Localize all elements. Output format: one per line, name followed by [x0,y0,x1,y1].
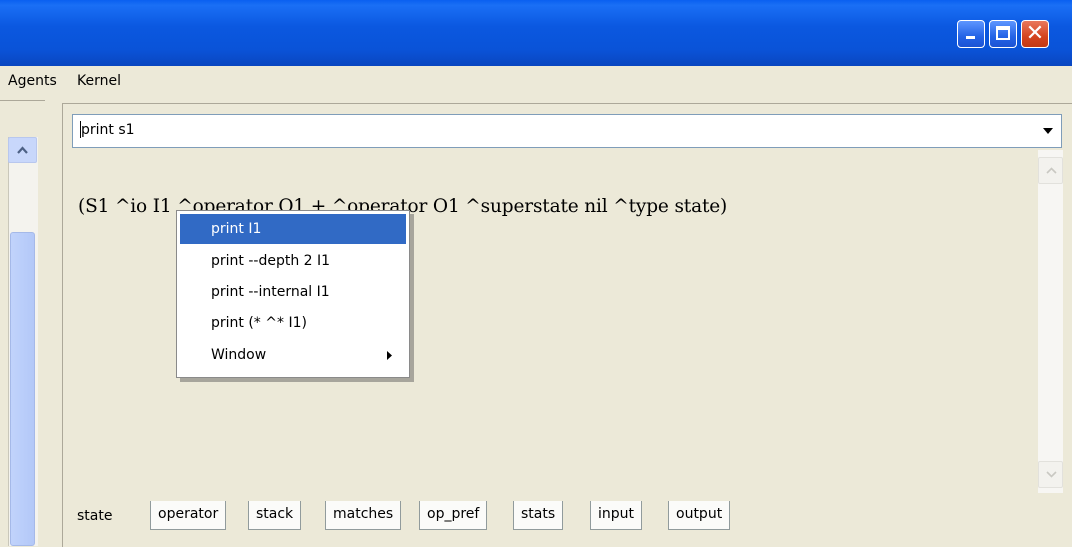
menu-item-print-i1[interactable]: print I1 [180,214,406,244]
left-scroll-thumb[interactable] [10,232,35,546]
maximize-button[interactable] [989,20,1017,48]
tab-state[interactable]: state [72,499,117,532]
command-input[interactable]: print s1 [81,122,135,138]
tab-input[interactable]: input [590,501,643,530]
tab-stack[interactable]: stack [248,501,302,530]
menu-kernel[interactable]: Kernel [77,73,121,89]
chevron-up-icon [17,146,28,154]
chevron-down-icon [1046,471,1057,478]
context-menu: print I1 print --depth 2 I1 print --inte… [176,210,410,378]
dropdown-arrow-icon [1043,128,1053,134]
tab-output[interactable]: output [668,501,731,530]
menu-agents[interactable]: Agents [8,73,57,89]
left-scroll-up-button[interactable] [8,137,37,163]
menu-item-print-pattern[interactable]: print (* ^* I1) [180,308,406,338]
minimize-icon [966,36,975,39]
maximize-icon [996,26,1010,40]
tab-matches[interactable]: matches [325,501,402,530]
tab-stats[interactable]: stats [513,501,564,530]
close-icon: ✕ [1025,21,1045,46]
submenu-arrow-icon [387,351,392,360]
scroll-down-button[interactable] [1038,461,1063,488]
output-scrollbar[interactable] [1038,150,1063,493]
close-button[interactable]: ✕ [1021,20,1049,48]
menu-bar: Agents Kernel [0,66,1072,96]
tab-operator[interactable]: operator [150,501,227,530]
menu-item-window-label: Window [211,347,267,363]
title-bar: ✕ [0,0,1072,66]
menu-item-window[interactable]: Window [180,340,406,370]
tab-op-pref[interactable]: op_pref [419,501,488,530]
scroll-up-button[interactable] [1038,157,1063,184]
menu-item-print-internal[interactable]: print --internal I1 [180,277,406,307]
chevron-up-icon [1046,167,1057,174]
combo-dropdown-button[interactable] [1037,117,1059,145]
command-combobox[interactable]: print s1 [72,114,1062,148]
minimize-button[interactable] [957,20,985,48]
menu-item-print-depth[interactable]: print --depth 2 I1 [180,246,406,276]
